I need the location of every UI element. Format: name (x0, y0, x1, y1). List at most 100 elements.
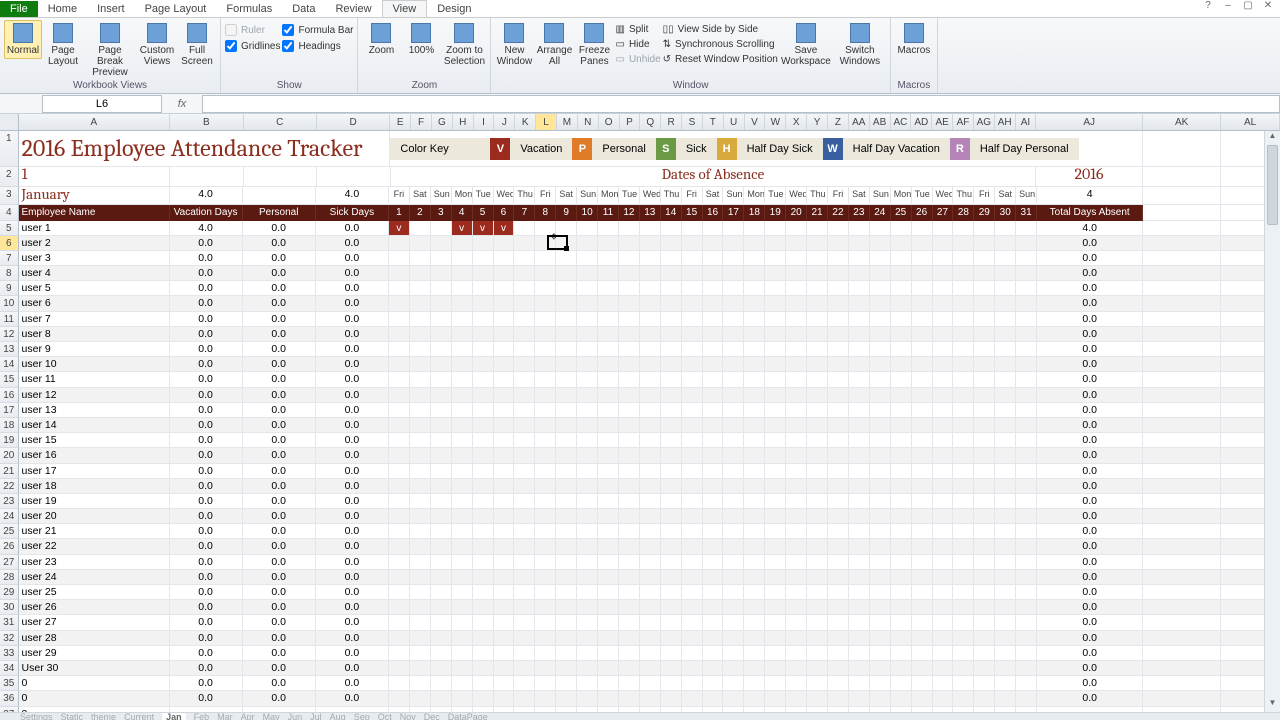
cell[interactable] (953, 372, 974, 387)
cell[interactable] (661, 661, 682, 676)
cell[interactable] (514, 221, 535, 236)
cell[interactable] (765, 646, 786, 661)
cell[interactable] (577, 403, 598, 418)
cell[interactable]: Sun (870, 187, 891, 205)
cell[interactable]: Tue (912, 187, 933, 205)
cell[interactable]: 30 (995, 205, 1016, 221)
cell[interactable] (765, 555, 786, 570)
cell[interactable] (995, 479, 1016, 494)
cell[interactable] (410, 676, 431, 691)
cell[interactable] (640, 221, 661, 236)
cell[interactable]: Wed (933, 187, 954, 205)
cell[interactable]: 1 (19, 167, 171, 187)
cell[interactable] (556, 661, 577, 676)
cell[interactable] (452, 479, 473, 494)
col-header-K[interactable]: K (515, 114, 536, 130)
cell[interactable] (870, 615, 891, 630)
col-header-AL[interactable]: AL (1221, 114, 1280, 130)
cell[interactable] (974, 418, 995, 433)
cell[interactable] (1143, 448, 1221, 463)
cell[interactable] (953, 570, 974, 585)
cell[interactable] (473, 296, 494, 311)
row-header[interactable]: 20 (0, 448, 19, 463)
cell[interactable] (431, 448, 452, 463)
cell[interactable] (828, 494, 849, 509)
cell[interactable] (995, 691, 1016, 706)
cell[interactable] (619, 327, 640, 342)
cell[interactable] (473, 418, 494, 433)
cell[interactable] (410, 221, 431, 236)
restore-icon[interactable]: ▢ (1242, 0, 1254, 11)
scroll-thumb[interactable] (1267, 145, 1278, 225)
cell[interactable] (389, 327, 410, 342)
cell[interactable] (723, 372, 744, 387)
cell[interactable] (786, 251, 807, 266)
cell[interactable]: 0.0 (170, 327, 243, 342)
cell[interactable] (933, 646, 954, 661)
cell[interactable] (514, 615, 535, 630)
cell[interactable]: 20 (786, 205, 807, 221)
cell[interactable] (995, 631, 1016, 646)
row-header[interactable]: 17 (0, 403, 19, 418)
cell[interactable] (640, 418, 661, 433)
cell[interactable] (933, 676, 954, 691)
cell[interactable] (723, 342, 744, 357)
cell[interactable] (765, 661, 786, 676)
cell[interactable] (828, 676, 849, 691)
cell[interactable] (765, 342, 786, 357)
cell[interactable] (1016, 676, 1037, 691)
cell[interactable] (473, 570, 494, 585)
cell[interactable] (974, 615, 995, 630)
cell[interactable] (661, 524, 682, 539)
cell[interactable] (682, 296, 703, 311)
cell[interactable] (452, 266, 473, 281)
cell[interactable] (933, 448, 954, 463)
cell[interactable] (744, 615, 765, 630)
cell[interactable]: 0.0 (316, 251, 389, 266)
cell[interactable]: 5 (473, 205, 494, 221)
cell[interactable] (723, 418, 744, 433)
cell[interactable]: 0.0 (316, 342, 389, 357)
cell[interactable] (514, 448, 535, 463)
cell[interactable] (494, 464, 515, 479)
cell[interactable] (556, 631, 577, 646)
cell[interactable] (661, 236, 682, 251)
cell[interactable] (828, 251, 849, 266)
cell[interactable] (661, 570, 682, 585)
row-header[interactable]: 2 (0, 167, 19, 187)
cell[interactable]: 4.0 (170, 221, 243, 236)
cell[interactable] (974, 524, 995, 539)
cell[interactable] (535, 600, 556, 615)
cell[interactable] (473, 509, 494, 524)
cell[interactable]: 11 (598, 205, 619, 221)
cell[interactable] (974, 494, 995, 509)
cell[interactable] (431, 676, 452, 691)
cell[interactable] (828, 539, 849, 554)
cell[interactable] (912, 221, 933, 236)
cell[interactable]: user 22 (19, 539, 170, 554)
cell[interactable] (933, 221, 954, 236)
cell[interactable] (598, 555, 619, 570)
cell[interactable] (514, 494, 535, 509)
cell[interactable] (912, 403, 933, 418)
cell[interactable]: 0.0 (170, 372, 243, 387)
cell[interactable] (514, 388, 535, 403)
cell[interactable] (577, 236, 598, 251)
cell[interactable] (556, 281, 577, 296)
cell[interactable] (849, 524, 870, 539)
cell[interactable] (1143, 555, 1221, 570)
cell[interactable] (598, 296, 619, 311)
cell[interactable] (744, 418, 765, 433)
col-header-C[interactable]: C (244, 114, 317, 130)
cell[interactable] (494, 342, 515, 357)
cell[interactable]: user 25 (19, 585, 170, 600)
cell[interactable] (891, 357, 912, 372)
row-header[interactable]: 34 (0, 661, 19, 676)
cell[interactable] (995, 357, 1016, 372)
cell[interactable] (891, 524, 912, 539)
cell[interactable] (661, 327, 682, 342)
cell[interactable] (494, 661, 515, 676)
cell[interactable] (933, 357, 954, 372)
cell[interactable] (912, 433, 933, 448)
cell[interactable] (661, 266, 682, 281)
